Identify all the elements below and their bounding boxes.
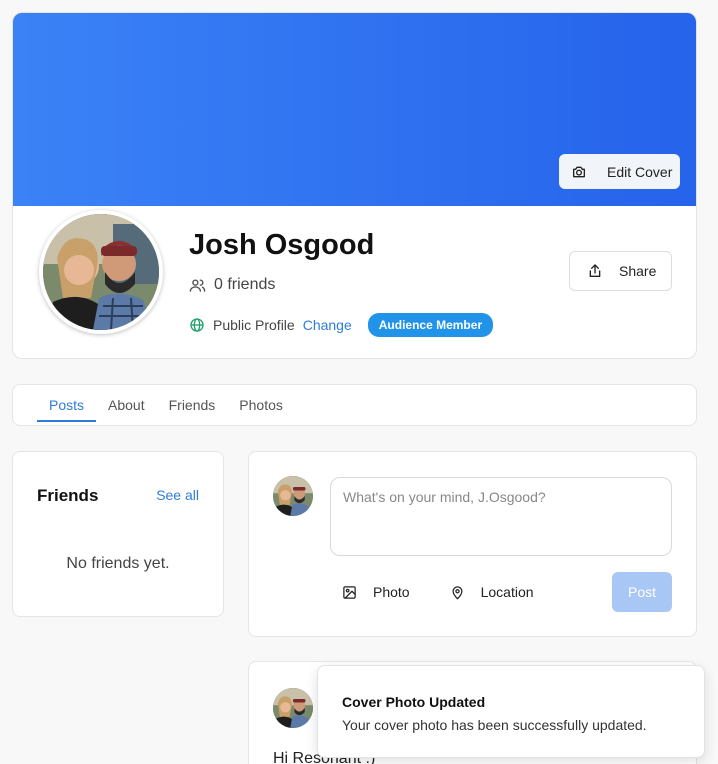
share-button[interactable]: Share (569, 251, 672, 291)
role-badge: Audience Member (367, 313, 494, 337)
location-label: Location (480, 584, 534, 600)
users-icon (189, 277, 206, 294)
friends-empty-text: No friends yet. (66, 555, 170, 572)
friends-count[interactable]: 0 friends (189, 276, 275, 294)
friends-panel: Friends See all No friends yet. (12, 451, 224, 617)
image-icon (342, 585, 357, 600)
share-label: Share (619, 263, 657, 279)
toast-notification[interactable]: Cover Photo Updated Your cover photo has… (317, 665, 705, 758)
post-button[interactable]: Post (612, 572, 672, 612)
profile-header-card: Edit Cover Josh Osgood 0 friends Public … (12, 12, 697, 359)
composer-actions: Photo Location (342, 584, 534, 600)
post-author-avatar[interactable] (273, 688, 313, 728)
visibility-label: Public Profile (213, 317, 295, 333)
friends-count-text: 0 friends (214, 276, 276, 293)
change-visibility-link[interactable]: Change (303, 317, 352, 333)
post-composer: What's on your mind, J.Osgood? Photo Loc… (248, 451, 697, 637)
profile-avatar[interactable] (39, 210, 163, 334)
edit-cover-button[interactable]: Edit Cover (559, 154, 680, 189)
see-all-friends-link[interactable]: See all (156, 487, 199, 503)
toast-title: Cover Photo Updated (342, 694, 486, 710)
toast-message: Your cover photo has been successfully u… (342, 717, 647, 733)
post-text-input[interactable]: What's on your mind, J.Osgood? (330, 477, 672, 556)
tab-about[interactable]: About (96, 385, 157, 425)
map-pin-icon (450, 585, 465, 600)
tab-friends[interactable]: Friends (157, 385, 228, 425)
profile-page: Edit Cover Josh Osgood 0 friends Public … (0, 0, 718, 764)
add-photo-button[interactable]: Photo (342, 584, 410, 600)
photo-label: Photo (373, 584, 410, 600)
friends-panel-title: Friends (37, 486, 99, 505)
profile-visibility-row: Public Profile Change Audience Member (189, 313, 494, 337)
add-location-button[interactable]: Location (450, 584, 534, 600)
share-icon (587, 263, 603, 279)
composer-avatar (273, 476, 313, 516)
profile-name: Josh Osgood (189, 229, 375, 261)
globe-icon (189, 317, 205, 333)
camera-icon (571, 164, 587, 180)
profile-tabs: Posts About Friends Photos (12, 384, 697, 426)
tab-photos[interactable]: Photos (227, 385, 295, 425)
tab-posts[interactable]: Posts (37, 385, 97, 425)
edit-cover-label: Edit Cover (607, 163, 673, 180)
